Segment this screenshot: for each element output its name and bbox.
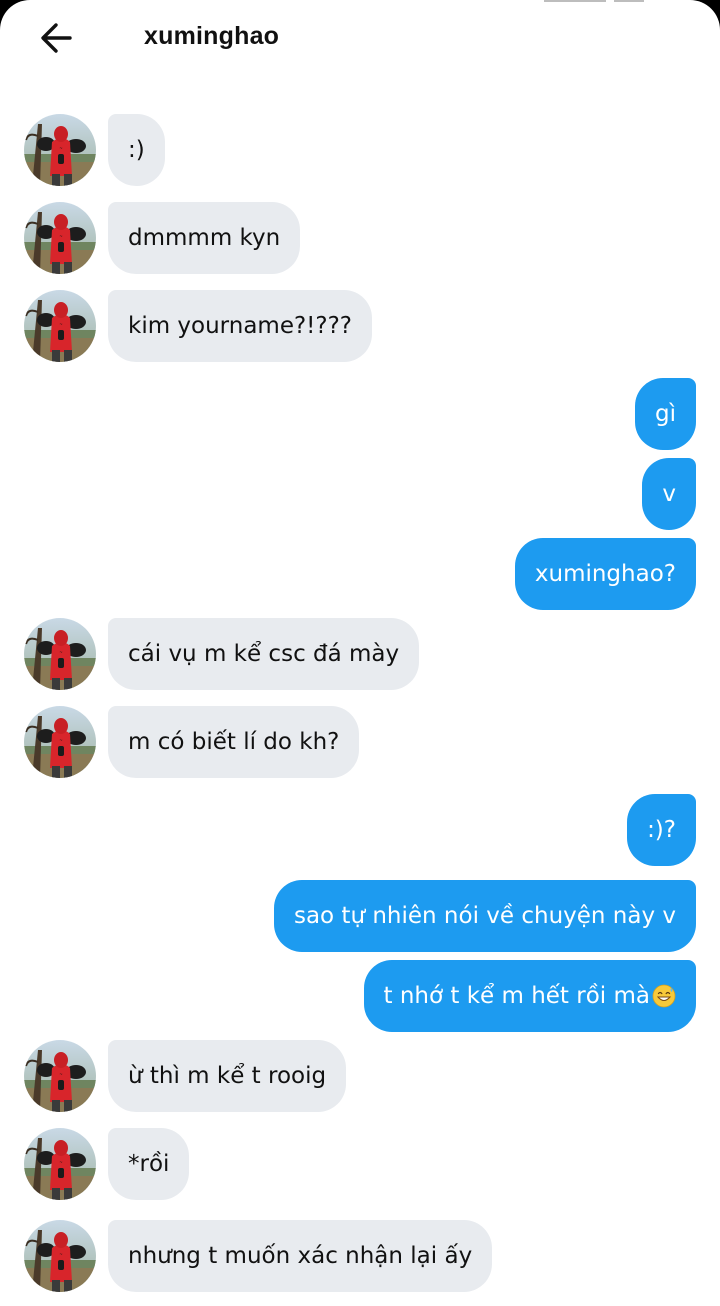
svg-text:~: ~: [60, 234, 63, 240]
svg-text:~: ~: [60, 650, 63, 656]
chat-title[interactable]: xuminghao: [144, 22, 279, 51]
incoming-message-bubble[interactable]: cái vụ m kể csc đá mày: [108, 618, 420, 690]
avatar[interactable]: ~: [24, 706, 96, 778]
avatar[interactable]: ~: [24, 1220, 96, 1292]
profile-photo: ~: [24, 290, 96, 362]
incoming-message-bubble[interactable]: :): [108, 114, 165, 186]
message-row: ~ cái vụ m kể csc đá mày: [0, 618, 720, 690]
incoming-message-bubble[interactable]: dmmmm kyn: [108, 202, 301, 274]
message-row: ~ m có biết lí do kh?: [0, 706, 720, 778]
profile-photo: ~: [24, 1128, 96, 1200]
grinning-sweat-emoji-icon: [652, 984, 676, 1008]
outgoing-message-bubble[interactable]: :)?: [627, 794, 696, 866]
incoming-message-bubble[interactable]: nhưng t muốn xác nhận lại ấy: [108, 1220, 493, 1292]
message-row: t nhớ t kể m hết rồi mà: [0, 960, 720, 1032]
avatar[interactable]: ~: [24, 290, 96, 362]
back-button[interactable]: [34, 16, 78, 60]
message-row: sao tự nhiên nói về chuyện này v: [0, 880, 720, 952]
outgoing-message-bubble[interactable]: gì: [635, 378, 696, 450]
message-row: ~ kim yourname?!???: [0, 290, 720, 362]
message-row: gì: [0, 378, 720, 450]
svg-text:~: ~: [60, 1160, 63, 1166]
svg-text:~: ~: [60, 1252, 63, 1258]
outgoing-message-bubble[interactable]: xuminghao?: [514, 538, 696, 610]
chat-header: xuminghao: [0, 0, 720, 78]
profile-photo: ~: [24, 202, 96, 274]
incoming-message-bubble[interactable]: *rồi: [108, 1128, 190, 1200]
message-row: xuminghao?: [0, 538, 720, 610]
incoming-message-bubble[interactable]: m có biết lí do kh?: [108, 706, 360, 778]
svg-text:~: ~: [60, 738, 63, 744]
svg-text:~: ~: [60, 322, 63, 328]
message-row: v: [0, 458, 720, 530]
outgoing-message-bubble[interactable]: t nhớ t kể m hết rồi mà: [363, 960, 696, 1032]
outgoing-message-bubble[interactable]: sao tự nhiên nói về chuyện này v: [273, 880, 696, 952]
arrow-left-icon: [41, 23, 72, 53]
message-row: ~ ừ thì m kể t rooig: [0, 1040, 720, 1112]
incoming-message-bubble[interactable]: ừ thì m kể t rooig: [108, 1040, 347, 1112]
message-row: :)?: [0, 794, 720, 866]
profile-photo: ~: [24, 706, 96, 778]
avatar[interactable]: ~: [24, 114, 96, 186]
svg-text:~: ~: [60, 146, 63, 152]
message-text: t nhớ t kể m hết rồi mà: [383, 983, 650, 1009]
outgoing-message-bubble[interactable]: v: [642, 458, 696, 530]
profile-photo: ~: [24, 114, 96, 186]
profile-photo: ~: [24, 618, 96, 690]
message-row: ~ dmmmm kyn: [0, 202, 720, 274]
message-row: ~ *rồi: [0, 1128, 720, 1200]
incoming-message-bubble[interactable]: kim yourname?!???: [108, 290, 373, 362]
avatar[interactable]: ~: [24, 1040, 96, 1112]
avatar[interactable]: ~: [24, 202, 96, 274]
message-row: ~ :): [0, 114, 720, 186]
svg-text:~: ~: [60, 1072, 63, 1078]
avatar[interactable]: ~: [24, 618, 96, 690]
message-row: ~ nhưng t muốn xác nhận lại ấy: [0, 1220, 720, 1292]
profile-photo: ~: [24, 1220, 96, 1292]
avatar[interactable]: ~: [24, 1128, 96, 1200]
profile-photo: ~: [24, 1040, 96, 1112]
chat-screen: xuminghao ~ :) ~ dmmmm kyn ~ kim yournam…: [0, 0, 720, 1306]
